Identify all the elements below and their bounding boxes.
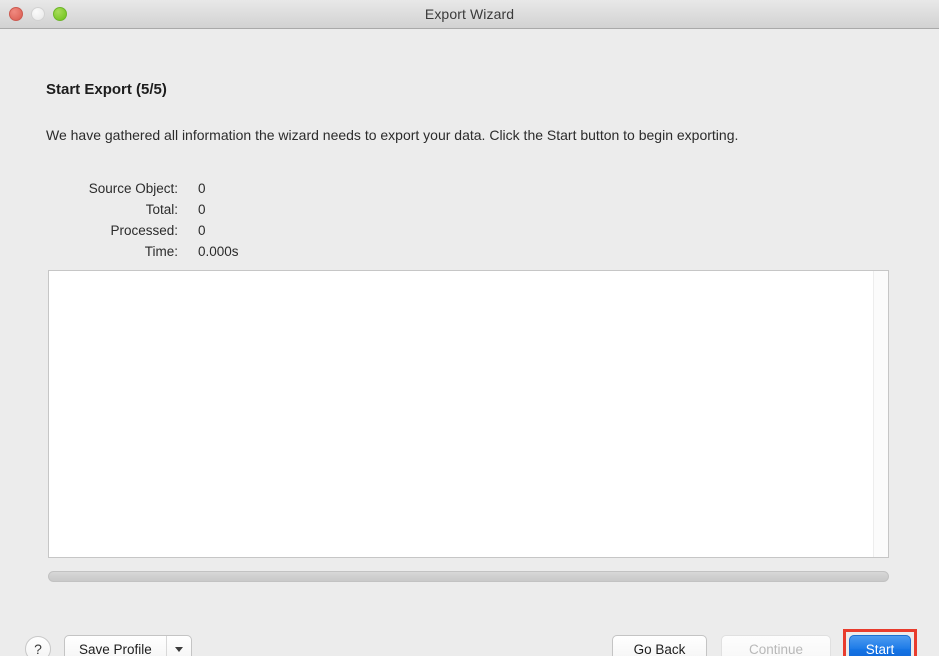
save-profile-button[interactable]: Save Profile [65,636,167,656]
stat-value-processed: 0 [198,223,206,238]
export-stats: Source Object: 0 Total: 0 Processed: 0 T… [46,181,239,265]
go-back-button[interactable]: Go Back [612,635,707,656]
page-description: We have gathered all information the wiz… [46,127,739,143]
export-log-text [49,271,888,279]
wizard-content: Start Export (5/5) We have gathered all … [0,29,939,656]
stat-row: Source Object: 0 [46,181,239,202]
export-log-panel[interactable] [48,270,889,558]
window-controls [9,0,67,28]
stat-label-time: Time: [144,244,178,259]
stat-label-total: Total: [145,202,178,217]
zoom-button-icon[interactable] [53,7,67,21]
stat-value-time: 0.000s [198,244,239,259]
save-profile-dropdown-button[interactable] [167,636,191,656]
chevron-down-icon [174,646,183,652]
stat-row: Total: 0 [46,202,239,223]
stat-value-source-object: 0 [198,181,206,196]
log-horizontal-scrollbar[interactable] [48,570,889,583]
stat-label-source-object: Source Object: [88,181,178,196]
save-profile-split-button[interactable]: Save Profile [64,635,192,656]
page-title: Start Export (5/5) [46,81,167,98]
continue-button: Continue [721,635,831,656]
minimize-button-icon[interactable] [31,7,45,21]
stat-row: Processed: 0 [46,223,239,244]
help-button[interactable]: ? [25,636,51,656]
log-horizontal-scrollbar-thumb[interactable] [48,571,889,582]
log-vertical-scrollbar[interactable] [873,271,888,557]
close-button-icon[interactable] [9,7,23,21]
export-wizard-window: Export Wizard Start Export (5/5) We have… [0,0,939,656]
stat-label-processed: Processed: [110,223,178,238]
stat-row: Time: 0.000s [46,244,239,265]
start-button[interactable]: Start [849,635,911,656]
window-titlebar: Export Wizard [0,0,939,29]
window-title: Export Wizard [424,6,515,22]
stat-value-total: 0 [198,202,206,217]
